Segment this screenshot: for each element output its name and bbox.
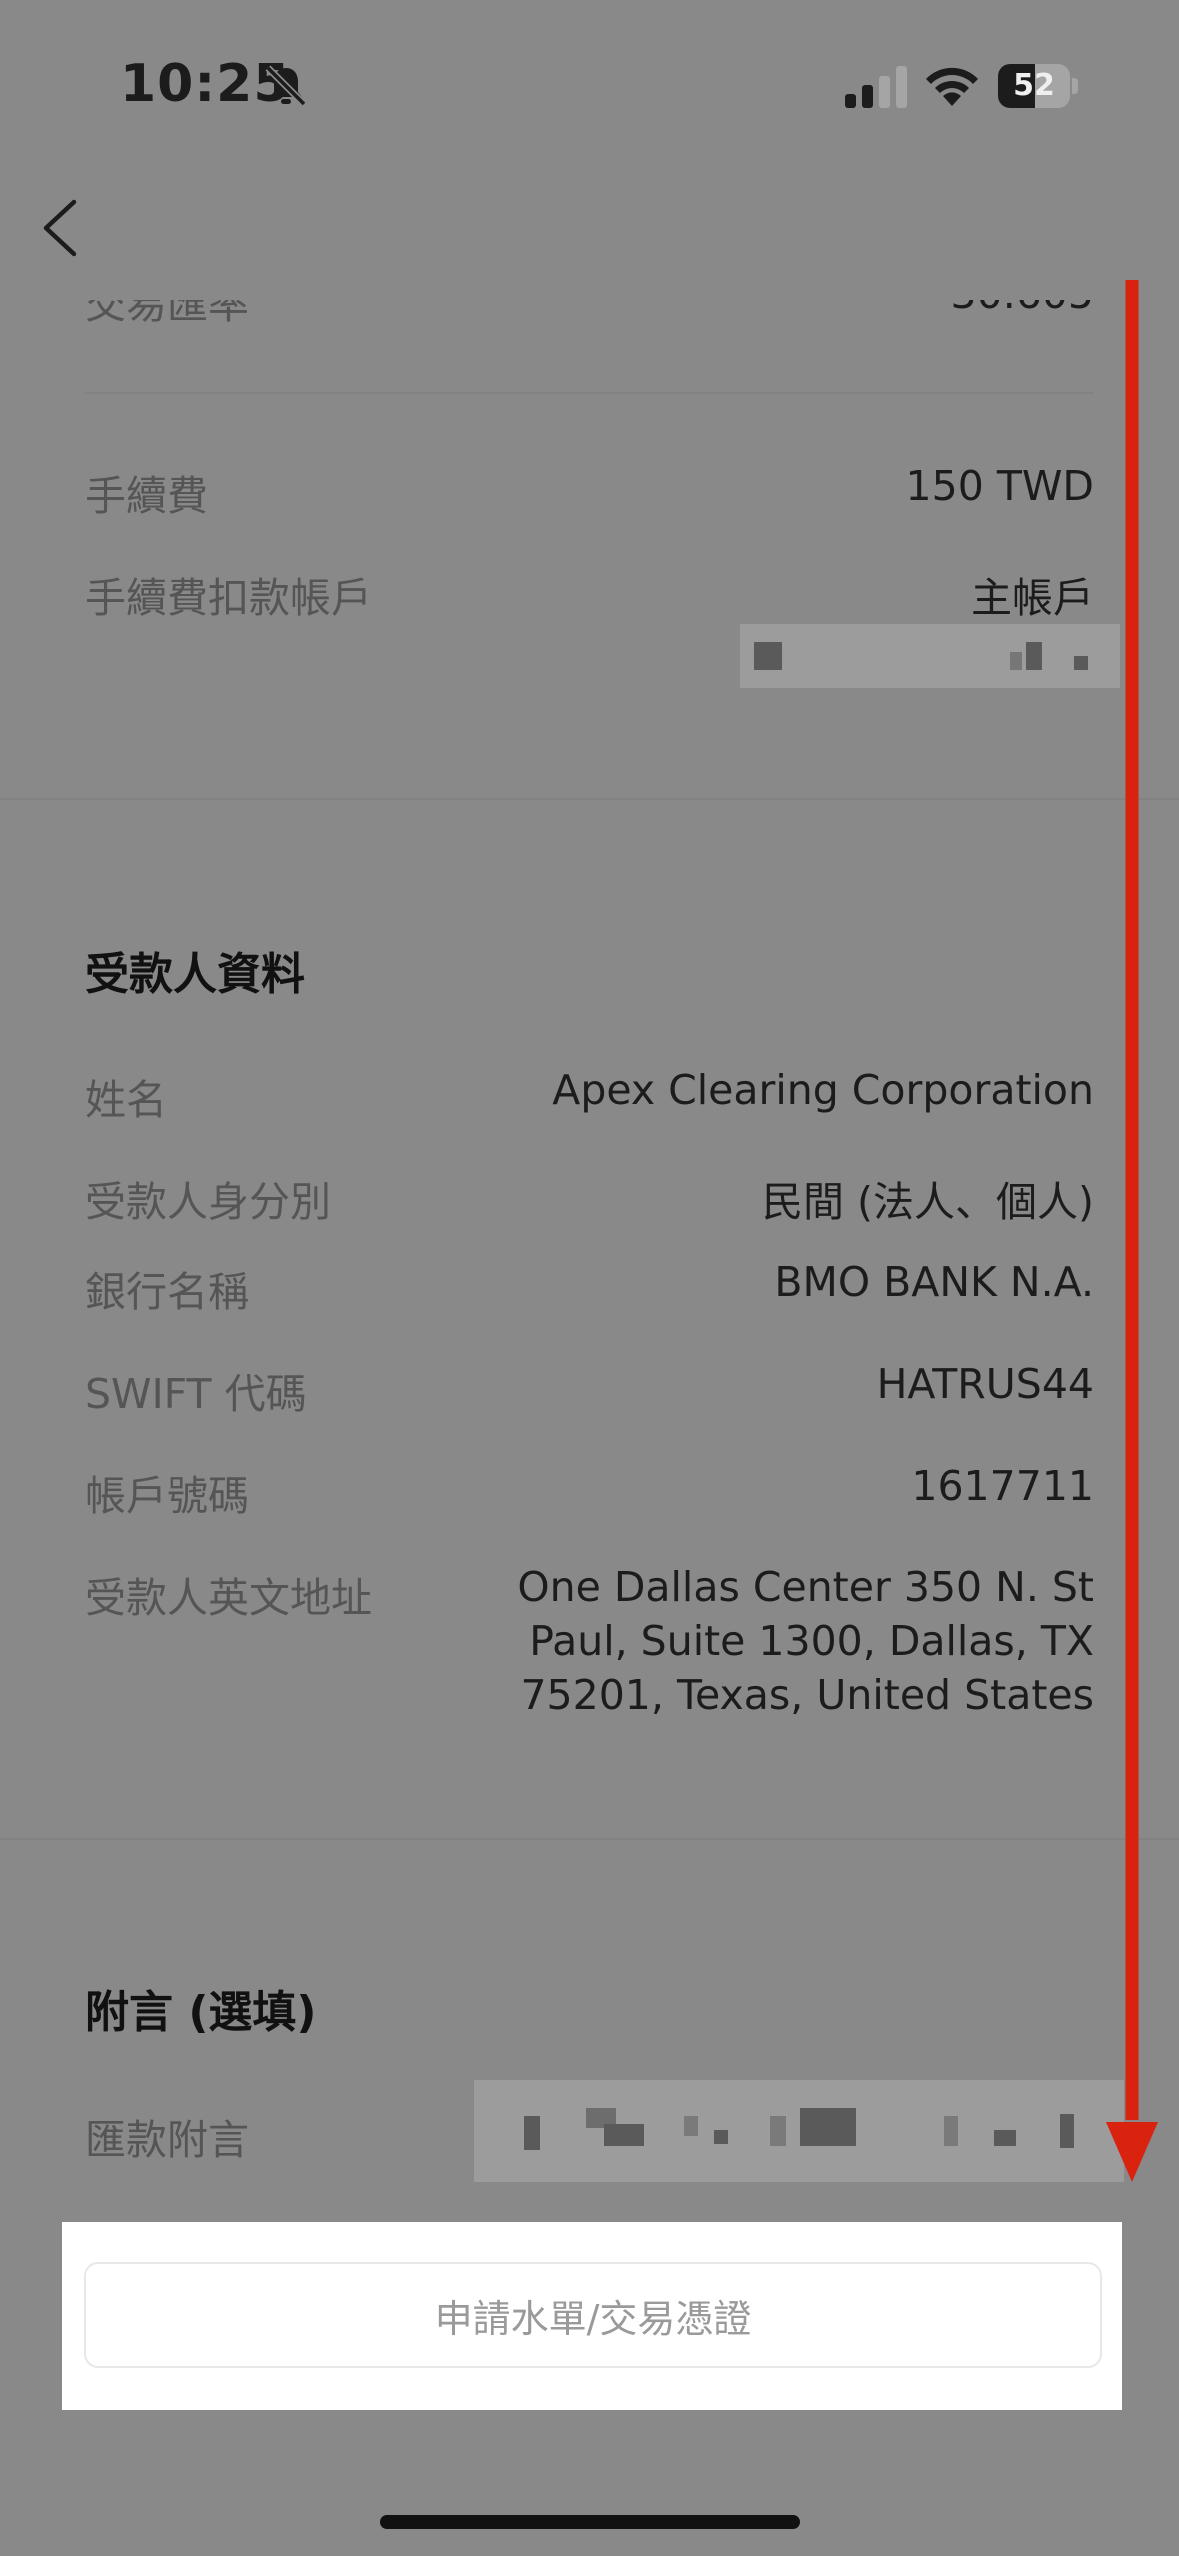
request-receipt-button[interactable]: 申請水單/交易憑證 [84, 2262, 1102, 2368]
beneficiary-address-label: 受款人英文地址 [85, 1574, 372, 1622]
section-divider [0, 1838, 1179, 1840]
beneficiary-name-label: 姓名 [85, 1076, 167, 1124]
beneficiary-type-value: 民間 (法人、個人) [761, 1178, 1094, 1226]
fee-label: 手續費 [85, 472, 208, 520]
nav-bar-mask [0, 170, 1179, 300]
fee-account-label: 手續費扣款帳戶 [85, 574, 372, 622]
remittance-note-label: 匯款附言 [85, 2116, 249, 2164]
cellular-signal-icon [845, 66, 907, 108]
bell-slash-icon [265, 65, 307, 107]
bank-name-label: 銀行名稱 [85, 1268, 249, 1316]
bank-name-value: BMO BANK N.A. [774, 1258, 1094, 1306]
home-indicator [380, 2515, 800, 2529]
redacted-remittance-note [474, 2080, 1124, 2182]
battery-icon: 52 [998, 64, 1078, 108]
scroll-down-arrow-icon [1106, 280, 1158, 2182]
divider [85, 392, 1094, 394]
swift-code-label: SWIFT 代碼 [85, 1370, 307, 1418]
wifi-icon [926, 67, 978, 106]
account-number-label: 帳戶號碼 [85, 1472, 249, 1520]
swift-code-value: HATRUS44 [876, 1360, 1094, 1408]
fee-value: 150 TWD [905, 462, 1094, 510]
beneficiary-name-value: Apex Clearing Corporation [552, 1066, 1094, 1114]
redacted-account-number [740, 624, 1120, 688]
section-divider [0, 798, 1179, 800]
fee-account-value: 主帳戶 [971, 574, 1094, 622]
note-section-title: 附言 (選填) [85, 1987, 317, 2038]
status-bar: 10:25 52 [0, 0, 1179, 170]
back-chevron-icon[interactable] [36, 196, 86, 260]
account-number-value: 1617711 [911, 1462, 1094, 1510]
beneficiary-address-value: One Dallas Center 350 N. St Paul, Suite … [517, 1563, 1094, 1719]
beneficiary-type-label: 受款人身分別 [85, 1178, 331, 1226]
bottom-action-panel: 申請水單/交易憑證 [62, 2222, 1122, 2410]
beneficiary-section-title: 受款人資料 [85, 949, 305, 1000]
battery-percentage: 52 [1013, 68, 1055, 103]
